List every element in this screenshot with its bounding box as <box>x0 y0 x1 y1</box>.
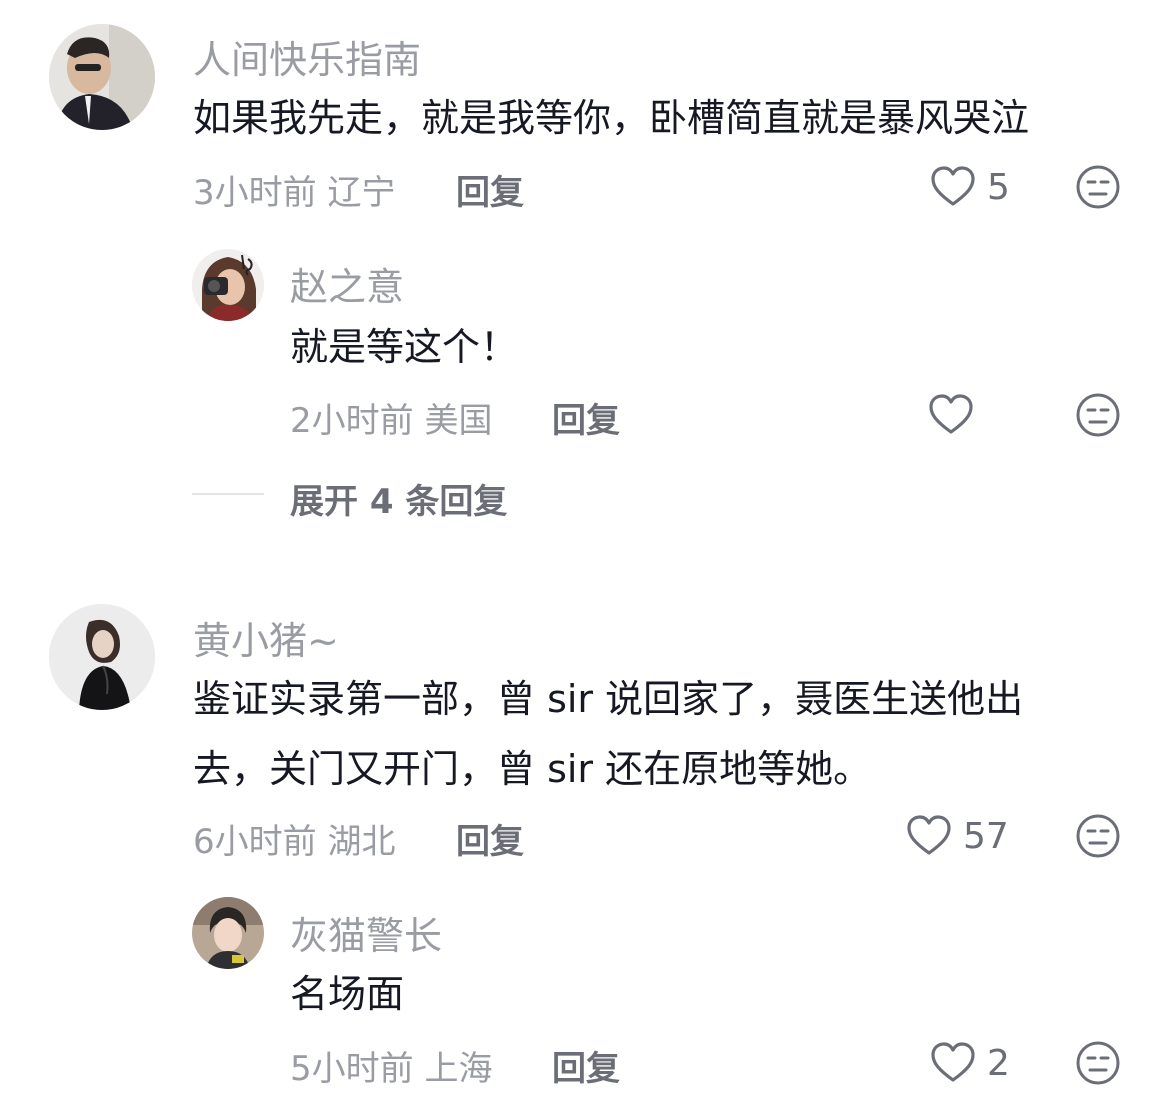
comment-text-line: 鉴证实录第一部，曾 sir 说回家了，聂医生送他出 <box>193 677 1024 721</box>
comment-time: 3小时前 辽宁 <box>193 165 395 214</box>
reply-button[interactable]: 回复 <box>456 165 524 214</box>
comment-text: 就是等这个！ <box>290 325 519 369</box>
location: 美国 <box>424 401 493 441</box>
meh-face-icon[interactable] <box>1075 1040 1121 1086</box>
avatar[interactable] <box>192 897 264 969</box>
divider <box>192 493 264 495</box>
comment-text: 名场面 <box>290 972 405 1016</box>
avatar[interactable] <box>49 604 155 710</box>
comment-text: 如果我先走，就是我等你，卧槽简直就是暴风哭泣 <box>193 96 1030 140</box>
comment-time: 5小时前 上海 <box>290 1041 492 1090</box>
meh-face-icon[interactable] <box>1075 164 1121 210</box>
time-ago: 5小时前 <box>290 1049 414 1089</box>
time-ago: 6小时前 <box>193 822 317 862</box>
reply-button[interactable]: 回复 <box>552 1041 620 1090</box>
heart-outline-icon[interactable] <box>928 393 974 435</box>
like-count: 57 <box>963 816 1009 857</box>
expand-replies-button[interactable]: 展开 4 条回复 <box>290 474 507 523</box>
like-count: 5 <box>987 167 1010 208</box>
time-ago: 3小时前 <box>193 173 317 213</box>
username[interactable]: 赵之意 <box>290 256 404 311</box>
heart-outline-icon[interactable] <box>906 814 952 856</box>
like-count: 2 <box>987 1043 1010 1084</box>
reply-button[interactable]: 回复 <box>552 393 620 442</box>
comment-time: 2小时前 美国 <box>290 393 492 442</box>
location: 上海 <box>424 1049 493 1089</box>
meh-face-icon[interactable] <box>1075 813 1121 859</box>
avatar[interactable] <box>49 24 155 130</box>
location: 湖北 <box>327 822 396 862</box>
heart-outline-icon[interactable] <box>930 165 976 207</box>
avatar[interactable] <box>192 249 264 321</box>
username[interactable]: 黄小猪~ <box>193 610 339 665</box>
comment-text-line: 去，关门又开门，曾 sir 还在原地等她。 <box>193 747 872 791</box>
location: 辽宁 <box>327 173 396 213</box>
meh-face-icon[interactable] <box>1075 392 1121 438</box>
comment-time: 6小时前 湖北 <box>193 814 395 863</box>
username[interactable]: 人间快乐指南 <box>193 29 421 84</box>
time-ago: 2小时前 <box>290 401 414 441</box>
username[interactable]: 灰猫警长 <box>290 905 442 960</box>
reply-button[interactable]: 回复 <box>456 814 524 863</box>
heart-outline-icon[interactable] <box>930 1041 976 1083</box>
